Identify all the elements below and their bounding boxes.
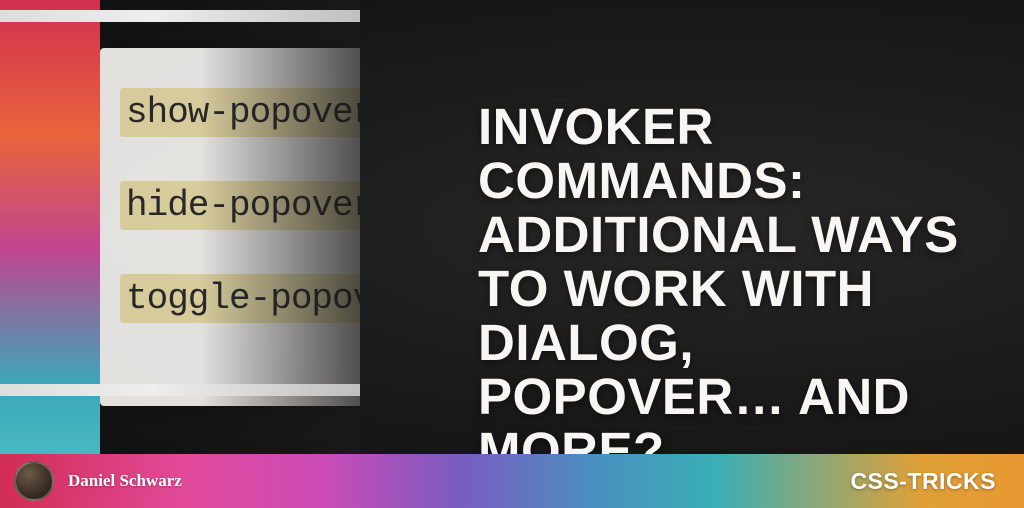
decorative-strip [0,384,360,396]
title-container: INVOKER COMMANDS: ADDITIONAL WAYS TO WOR… [478,100,984,454]
author-name: Daniel Schwarz [68,471,182,491]
footer-bar: Daniel Schwarz CSS-TRICKS [0,454,1024,508]
decorative-strip [0,10,360,22]
author-avatar [14,461,54,501]
site-logo: CSS-TRICKS [850,468,996,495]
code-preview-panel: show-popover hide-popover toggle-popover [0,0,360,454]
author-block: Daniel Schwarz [14,461,182,501]
hero-area: show-popover hide-popover toggle-popover… [0,0,1024,454]
article-title: INVOKER COMMANDS: ADDITIONAL WAYS TO WOR… [478,100,984,454]
